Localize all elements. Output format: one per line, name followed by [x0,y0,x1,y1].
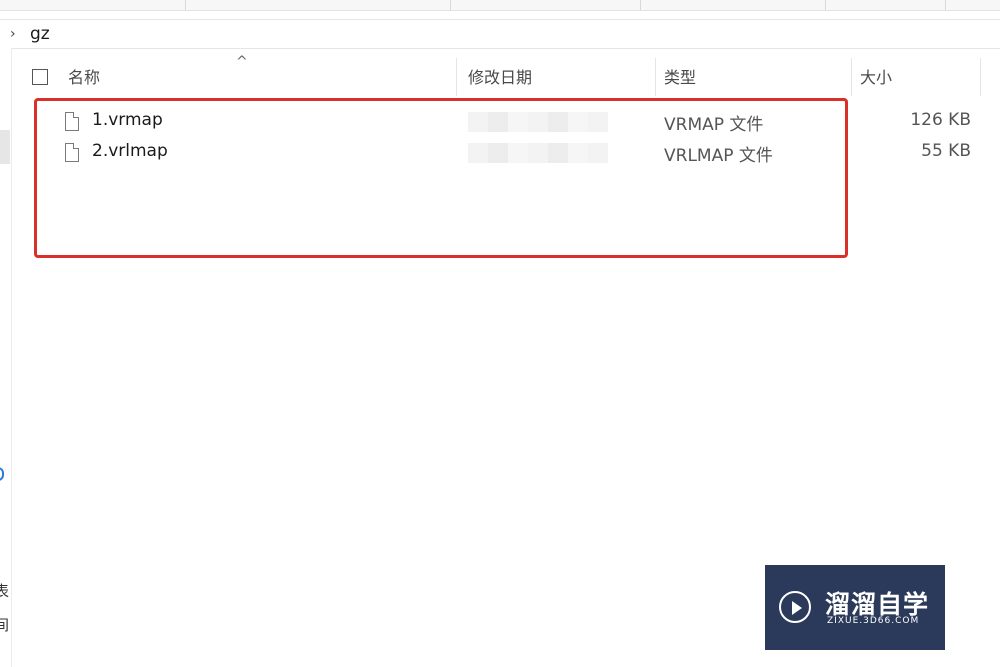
select-all-checkbox[interactable] [32,69,48,85]
toolbar-divider [825,0,826,10]
nav-selected-item[interactable] [0,130,10,164]
play-icon [779,591,811,623]
column-divider[interactable] [655,58,656,96]
column-date-modified[interactable]: 修改日期 [468,58,532,96]
sync-status-icon [0,467,4,481]
watermark-logo: 溜溜自学 ZIXUE.3D66.COM [765,565,945,650]
chevron-right-icon[interactable]: › [10,26,24,42]
column-type[interactable]: 类型 [664,58,696,96]
column-header: ^ 名称 修改日期 类型 大小 [12,54,1000,96]
column-size[interactable]: 大小 [860,58,892,96]
toolbar-divider [945,0,946,10]
toolbar-divider [640,0,641,10]
sort-up-icon: ^ [236,54,248,70]
breadcrumb-folder[interactable]: gz [30,24,50,44]
column-name[interactable]: 名称 [68,58,100,96]
toolbar-divider [185,0,186,10]
file-size: 55 KB [921,141,971,161]
file-size: 126 KB [910,110,971,130]
nav-item-label[interactable]: 表 [0,580,9,601]
watermark-subtitle: ZIXUE.3D66.COM [827,616,920,626]
navigation-pane[interactable]: 表 间 [0,48,12,667]
column-divider[interactable] [851,58,852,96]
column-divider[interactable] [980,58,981,96]
highlight-annotation [34,98,848,258]
toolbar-divider [450,0,451,10]
nav-item-label[interactable]: 间 [0,614,9,635]
address-bar[interactable]: › gz [0,19,1000,49]
column-divider[interactable] [456,58,457,96]
toolbar-strip [0,0,1000,11]
